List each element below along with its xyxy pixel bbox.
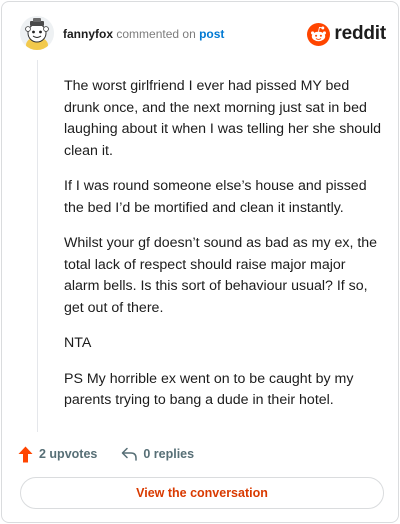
reddit-wordmark: reddit bbox=[334, 23, 386, 44]
comment-paragraph: NTA bbox=[64, 335, 92, 351]
thread-line bbox=[37, 60, 38, 432]
upvote-arrow-icon bbox=[18, 446, 33, 462]
comment-paragraph: PS My horrible ex went on to be caught b… bbox=[64, 370, 354, 409]
post-link[interactable]: post bbox=[199, 27, 224, 41]
avatar-icon[interactable] bbox=[20, 16, 54, 50]
upvote-count: 2 upvotes bbox=[39, 447, 98, 461]
action-text: commented on bbox=[116, 27, 196, 41]
byline: fannyfox commented on post bbox=[63, 26, 224, 42]
comment-paragraph: The worst girlfriend I ever had pissed M… bbox=[64, 78, 382, 159]
reddit-logo[interactable]: reddit bbox=[307, 22, 386, 46]
upvote-button[interactable]: 2 upvotes bbox=[18, 446, 97, 463]
comment-card: fannyfox commented on post reddit The wo… bbox=[1, 1, 399, 523]
replies-button[interactable]: 0 replies bbox=[121, 447, 194, 461]
reply-count: 0 replies bbox=[143, 447, 195, 461]
reddit-logo-icon bbox=[307, 22, 331, 46]
comment-actions: 2 upvotes 0 replies bbox=[18, 443, 194, 465]
comment-header: fannyfox commented on post reddit bbox=[18, 16, 386, 52]
comment-paragraph: If I was round someone else’s house and … bbox=[64, 178, 367, 216]
comment-body: The worst girlfriend I ever had pissed M… bbox=[64, 76, 384, 426]
username-link[interactable]: fannyfox bbox=[63, 27, 113, 41]
comment-paragraph: Whilst your gf doesn’t sound as bad as m… bbox=[64, 235, 378, 316]
view-conversation-button[interactable]: View the conversation bbox=[20, 477, 384, 509]
reply-arrow-icon bbox=[122, 447, 138, 461]
